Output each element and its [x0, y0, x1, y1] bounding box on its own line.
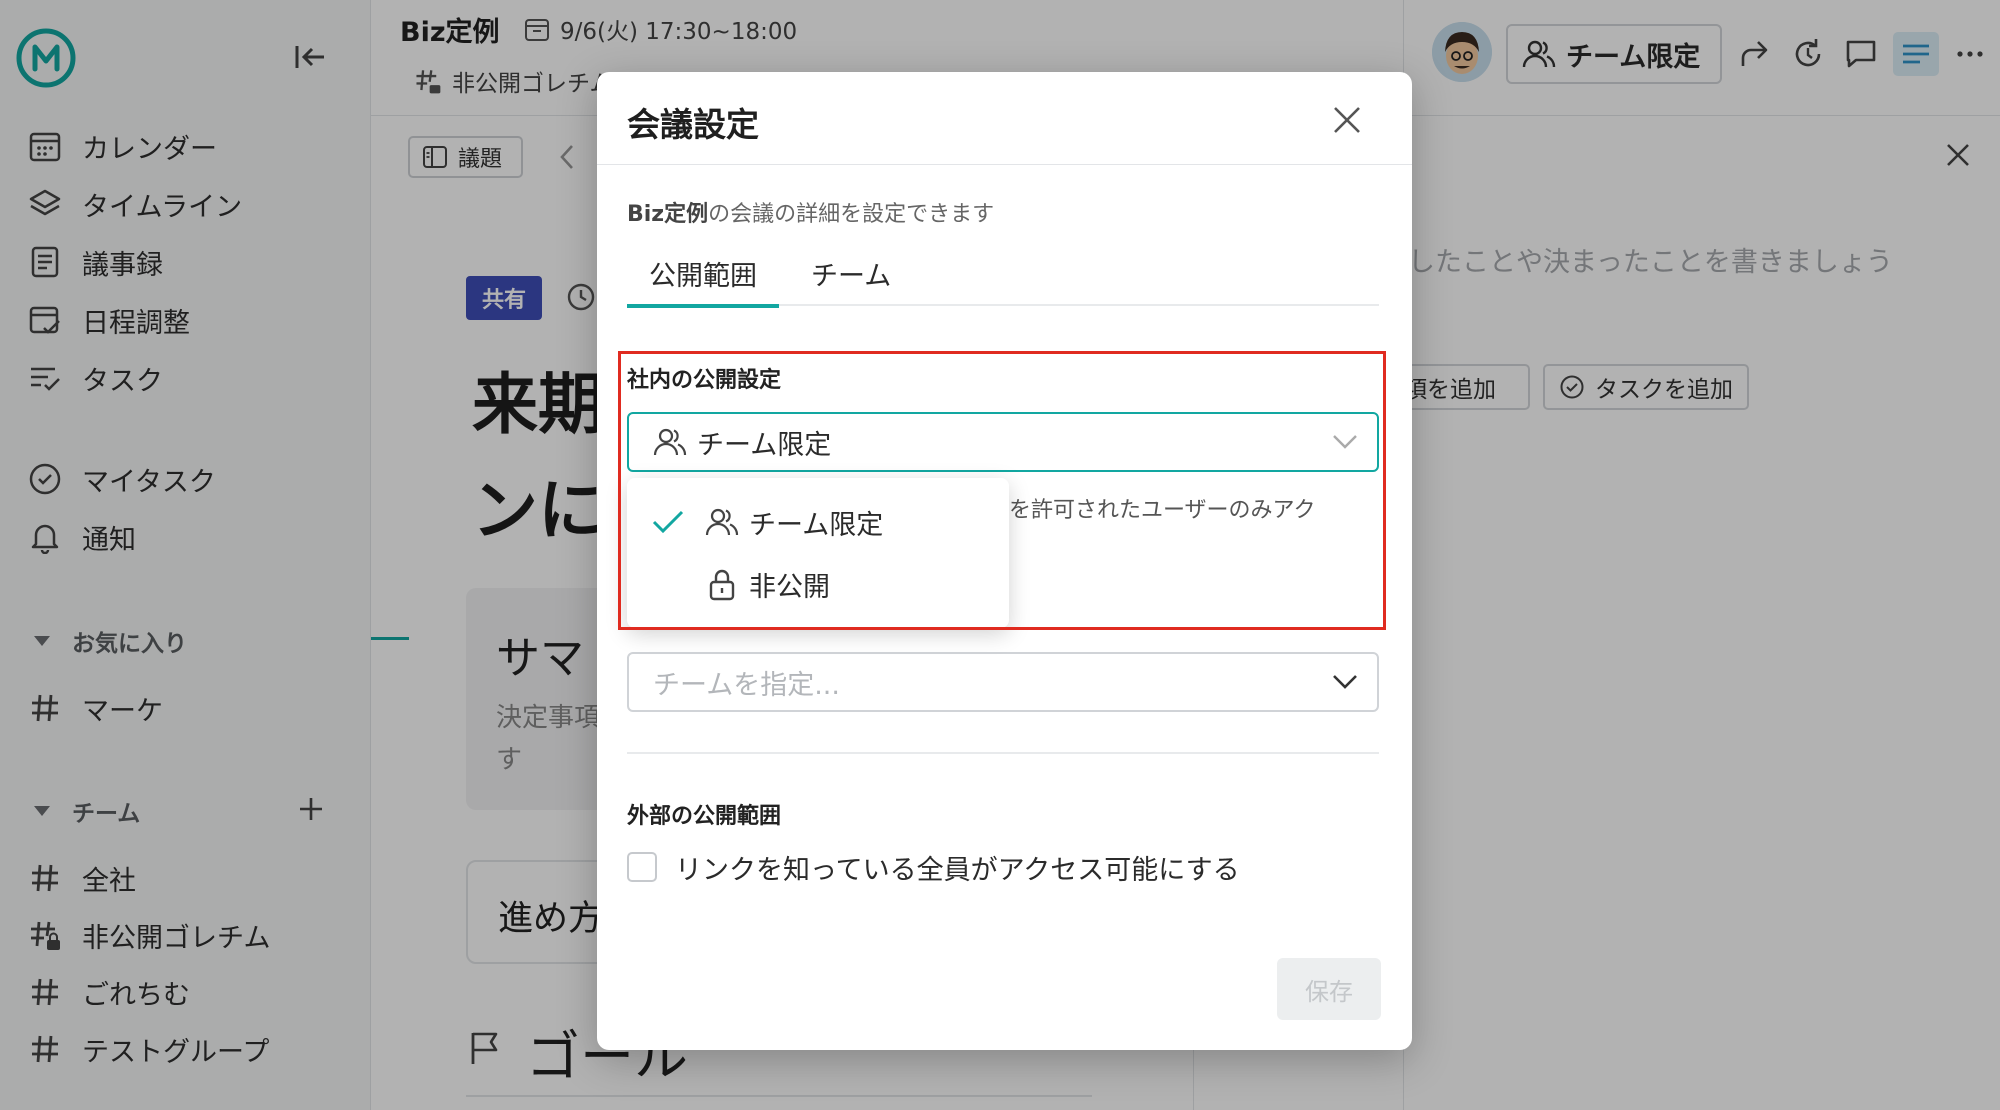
tab-team[interactable]: チーム [811, 248, 891, 306]
meeting-settings-modal: 会議設定 Biz定例の会議の詳細を設定できます 公開範囲 チーム 社内の公開設定… [597, 72, 1412, 1050]
modal-tabs: 公開範囲 チーム [627, 248, 1379, 308]
divider [597, 164, 1412, 165]
team-placeholder: チームを指定... [653, 669, 840, 701]
public-link-label[interactable]: リンクを知っている全員がアクセス可能にする [675, 848, 1240, 887]
save-button[interactable]: 保存 [1277, 958, 1381, 1020]
team-select[interactable]: チームを指定... [627, 652, 1379, 712]
external-visibility-label: 外部の公開範囲 [627, 804, 782, 829]
modal-description: Biz定例の会議の詳細を設定できます [627, 196, 994, 228]
modal-title: 会議設定 [627, 105, 759, 144]
meeting-name: Biz定例 [627, 202, 709, 227]
close-icon[interactable] [1327, 100, 1367, 140]
chevron-down-icon [1333, 675, 1357, 689]
tab-visibility[interactable]: 公開範囲 [627, 248, 779, 308]
divider [627, 752, 1379, 754]
description-text: の会議の詳細を設定できます [708, 202, 995, 227]
highlight-annotation [618, 351, 1386, 630]
public-link-checkbox[interactable] [627, 852, 657, 882]
